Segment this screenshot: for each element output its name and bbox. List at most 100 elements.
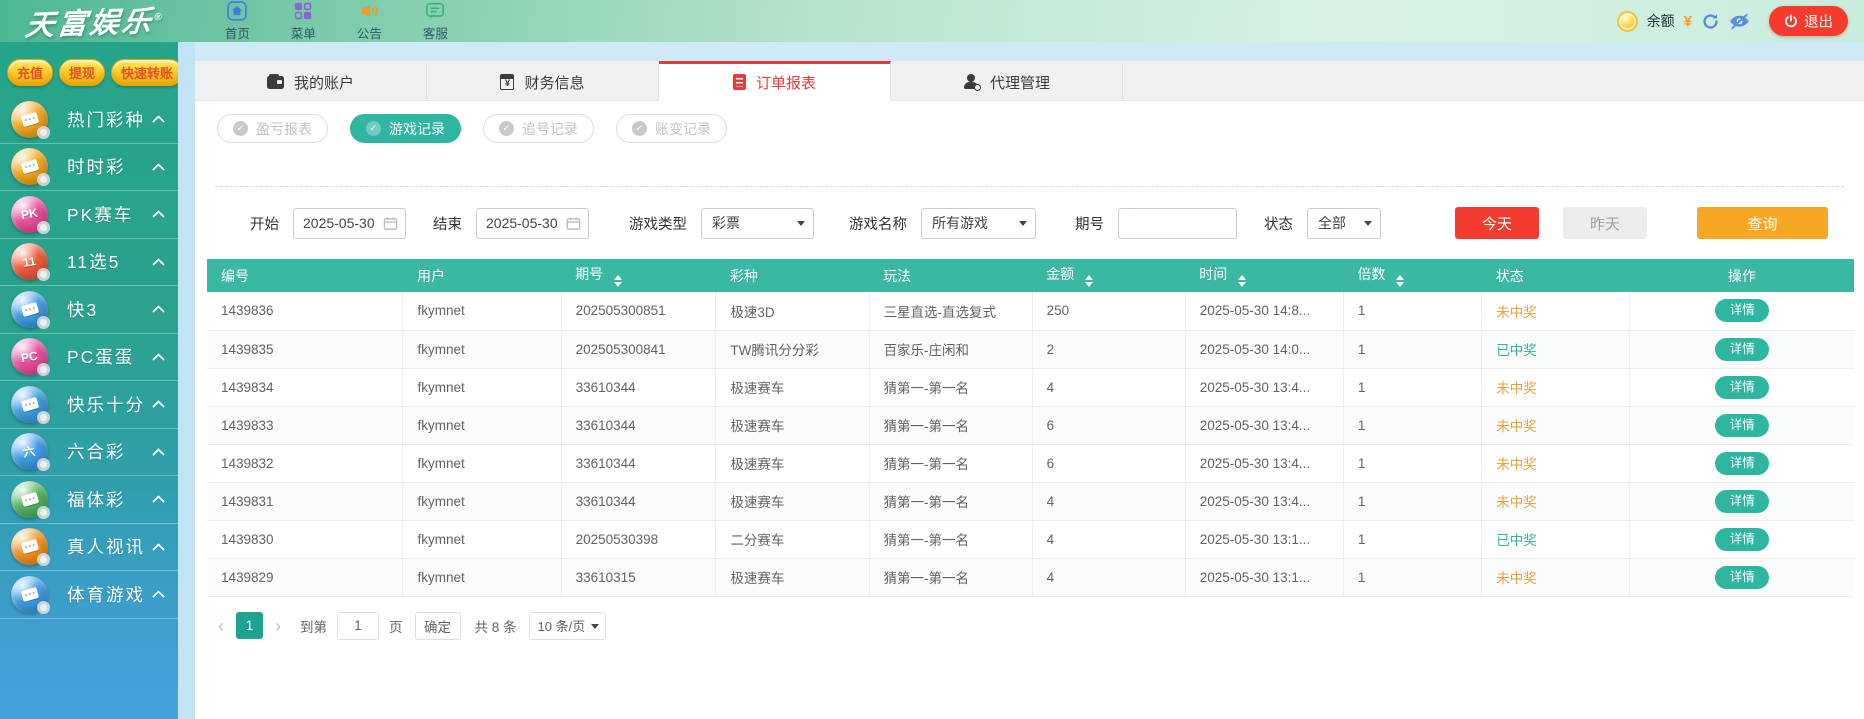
status-badge: 未中奖 bbox=[1482, 368, 1630, 406]
topbar-right: 余额 ¥ 退出 bbox=[1617, 6, 1848, 36]
quick-button-0[interactable]: 充值 bbox=[7, 59, 53, 86]
sort-icon[interactable] bbox=[1085, 275, 1093, 287]
sidebar-item-2[interactable]: PK PK赛车 bbox=[0, 191, 178, 239]
confirm-button[interactable]: 确定 bbox=[415, 612, 461, 640]
cell-multiple: 1 bbox=[1343, 292, 1481, 330]
status-select[interactable]: 全部 bbox=[1307, 208, 1381, 239]
cell-issue: 33610344 bbox=[561, 406, 716, 444]
lottery-ball-icon: PK bbox=[11, 196, 48, 233]
detail-button[interactable]: 详情 bbox=[1715, 566, 1769, 589]
cell-time: 2025-05-30 13:4... bbox=[1185, 368, 1343, 406]
column-header-2[interactable]: 期号 bbox=[561, 259, 716, 292]
status-label: 状态 bbox=[1264, 213, 1293, 234]
nav-menu[interactable]: 菜单 bbox=[282, 1, 324, 42]
sidebar-item-5[interactable]: PC PC蛋蛋 bbox=[0, 334, 178, 382]
subtab-1[interactable]: 游戏记录 bbox=[350, 114, 461, 143]
eye-off-icon[interactable] bbox=[1729, 13, 1750, 30]
orders-table: 编号 用户 期号 彩种 玩法 金额 时间 倍数 状态 操作 1439836 fk… bbox=[207, 259, 1854, 597]
current-page-button[interactable]: 1 bbox=[236, 612, 263, 639]
lottery-ball-icon bbox=[11, 528, 48, 565]
table-row: 1439832 fkymnet 33610344 极速赛车 猜第一-第一名 6 … bbox=[207, 444, 1854, 482]
detail-button[interactable]: 详情 bbox=[1715, 376, 1769, 399]
tab-my-account[interactable]: 我的账户 bbox=[195, 61, 427, 100]
detail-button[interactable]: 详情 bbox=[1715, 299, 1769, 322]
sidebar-item-9[interactable]: 真人视讯 bbox=[0, 524, 178, 572]
chevron-up-icon bbox=[152, 495, 165, 508]
prev-page-icon[interactable]: ‹ bbox=[213, 617, 229, 635]
sidebar-item-4[interactable]: 快3 bbox=[0, 286, 178, 334]
sidebar-item-7[interactable]: 六 六合彩 bbox=[0, 429, 178, 477]
nav-home[interactable]: 首页 bbox=[216, 1, 258, 42]
sort-icon[interactable] bbox=[1238, 275, 1246, 287]
game-type-select[interactable]: 彩票 bbox=[701, 208, 814, 239]
tab-agent-management[interactable]: 代理管理 bbox=[891, 61, 1123, 100]
detail-button[interactable]: 详情 bbox=[1715, 338, 1769, 361]
detail-button[interactable]: 详情 bbox=[1715, 528, 1769, 551]
detail-button[interactable]: 详情 bbox=[1715, 452, 1769, 475]
cell-time: 2025-05-30 14:0... bbox=[1185, 330, 1343, 368]
sort-icon[interactable] bbox=[614, 275, 622, 287]
sidebar-item-10[interactable]: 体育游戏 bbox=[0, 571, 178, 619]
chevron-up-icon bbox=[152, 448, 165, 461]
next-page-icon[interactable]: › bbox=[270, 617, 286, 635]
lottery-ball-icon bbox=[11, 148, 48, 185]
page-size-select[interactable]: 10 条/页 bbox=[529, 612, 607, 640]
subtab-3[interactable]: 账变记录 bbox=[616, 114, 727, 143]
table-row: 1439833 fkymnet 33610344 极速赛车 猜第一-第一名 6 … bbox=[207, 406, 1854, 444]
sidebar-item-1[interactable]: 时时彩 bbox=[0, 144, 178, 192]
tab-order-report[interactable]: 订单报表 bbox=[659, 61, 891, 101]
column-header-5[interactable]: 金额 bbox=[1032, 259, 1185, 292]
quick-button-1[interactable]: 提现 bbox=[59, 59, 105, 86]
chevron-up-icon bbox=[152, 115, 165, 128]
logout-button[interactable]: 退出 bbox=[1769, 6, 1848, 36]
yesterday-button[interactable]: 昨天 bbox=[1563, 207, 1647, 239]
game-name-value: 所有游戏 bbox=[932, 213, 988, 233]
status-badge: 未中奖 bbox=[1482, 444, 1630, 482]
chevron-up-icon bbox=[152, 400, 165, 413]
game-name-label: 游戏名称 bbox=[849, 213, 907, 234]
cell-play: 猜第一-第一名 bbox=[869, 482, 1032, 520]
cell-time: 2025-05-30 13:1... bbox=[1185, 558, 1343, 596]
table-row: 1439830 fkymnet 20250530398 二分赛车 猜第一-第一名… bbox=[207, 520, 1854, 558]
end-date-input[interactable]: 2025-05-30 bbox=[476, 208, 589, 239]
cell-play: 猜第一-第一名 bbox=[869, 406, 1032, 444]
cell-play: 猜第一-第一名 bbox=[869, 520, 1032, 558]
tab-label: 财务信息 bbox=[524, 72, 584, 93]
lottery-ball-icon bbox=[11, 576, 48, 613]
ticket-icon bbox=[20, 302, 38, 317]
column-header-7[interactable]: 倍数 bbox=[1343, 259, 1481, 292]
column-header-9: 操作 bbox=[1630, 259, 1854, 292]
sidebar-item-8[interactable]: 福体彩 bbox=[0, 476, 178, 524]
table-row: 1439834 fkymnet 33610344 极速赛车 猜第一-第一名 4 … bbox=[207, 368, 1854, 406]
ticket-icon bbox=[20, 492, 38, 507]
quick-button-2[interactable]: 快速转账 bbox=[111, 59, 183, 86]
wallet-icon bbox=[267, 76, 284, 89]
cell-amount: 6 bbox=[1032, 406, 1185, 444]
table-header-row: 编号 用户 期号 彩种 玩法 金额 时间 倍数 状态 操作 bbox=[207, 259, 1854, 292]
nav-announcement[interactable]: 公告 bbox=[348, 1, 390, 42]
subtab-2[interactable]: 追号记录 bbox=[483, 114, 594, 143]
nav-service[interactable]: 客服 bbox=[414, 1, 456, 42]
detail-button[interactable]: 详情 bbox=[1715, 490, 1769, 513]
finance-icon bbox=[500, 74, 514, 90]
tab-finance-info[interactable]: 财务信息 bbox=[427, 61, 659, 100]
lottery-ball-icon bbox=[11, 481, 48, 518]
detail-button[interactable]: 详情 bbox=[1715, 414, 1769, 437]
game-name-select[interactable]: 所有游戏 bbox=[921, 208, 1036, 239]
issue-input[interactable] bbox=[1118, 208, 1237, 239]
search-button[interactable]: 查询 bbox=[1697, 207, 1828, 239]
column-header-6[interactable]: 时间 bbox=[1185, 259, 1343, 292]
subtab-0[interactable]: 盈亏报表 bbox=[217, 114, 328, 143]
sidebar-item-0[interactable]: 热门彩种 bbox=[0, 96, 178, 144]
cell-user: fkymnet bbox=[403, 368, 561, 406]
refresh-icon[interactable] bbox=[1701, 12, 1720, 31]
today-button[interactable]: 今天 bbox=[1455, 207, 1539, 239]
agent-person-icon bbox=[963, 74, 980, 90]
sidebar-item-6[interactable]: 快乐十分 bbox=[0, 381, 178, 429]
sort-icon[interactable] bbox=[1396, 275, 1404, 287]
sidebar-item-3[interactable]: 11 11选5 bbox=[0, 239, 178, 287]
game-type-label: 游戏类型 bbox=[629, 213, 687, 234]
start-date-input[interactable]: 2025-05-30 bbox=[293, 208, 406, 239]
goto-page-input[interactable] bbox=[337, 612, 379, 640]
logout-label: 退出 bbox=[1804, 11, 1833, 32]
